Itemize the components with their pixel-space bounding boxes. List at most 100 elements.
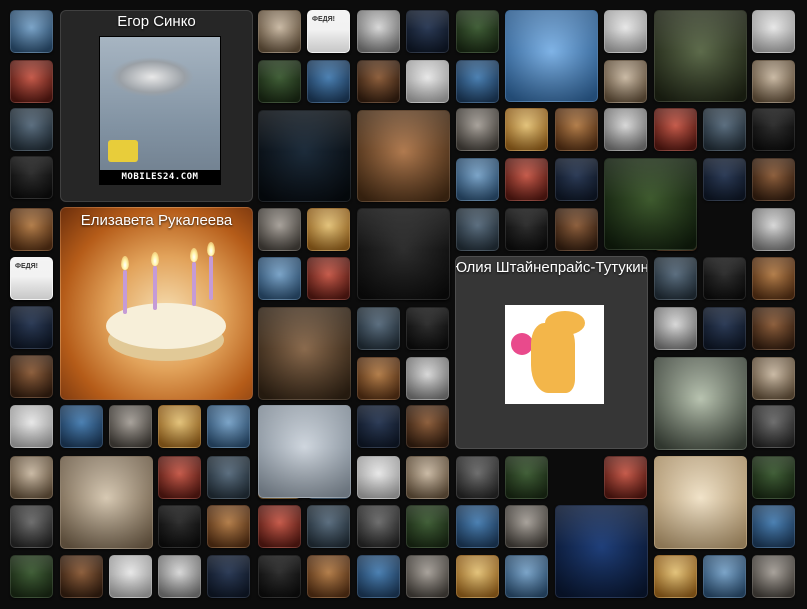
friend-thumbnail[interactable] (406, 60, 449, 103)
friend-thumbnail[interactable] (456, 60, 499, 103)
friend-thumbnail[interactable] (357, 405, 400, 448)
friend-thumbnail[interactable] (456, 108, 499, 151)
friend-thumbnail[interactable] (654, 555, 697, 598)
friend-thumbnail[interactable] (752, 456, 795, 499)
friend-thumbnail[interactable] (357, 60, 400, 103)
friend-thumbnail[interactable] (109, 405, 152, 448)
friend-thumbnail[interactable] (307, 208, 350, 251)
friend-photo[interactable] (357, 208, 450, 300)
friend-photo[interactable] (258, 405, 351, 498)
friend-thumbnail[interactable] (456, 505, 499, 548)
friend-thumbnail[interactable] (207, 505, 250, 548)
friend-photo[interactable] (60, 456, 153, 549)
friend-thumbnail[interactable] (555, 208, 598, 251)
friend-thumbnail[interactable] (505, 555, 548, 598)
friend-thumbnail[interactable] (406, 405, 449, 448)
friend-photo[interactable] (604, 158, 697, 250)
friend-thumbnail[interactable] (654, 257, 697, 300)
friend-thumbnail[interactable] (357, 505, 400, 548)
friend-thumbnail[interactable] (456, 10, 499, 53)
friend-thumbnail[interactable] (604, 108, 647, 151)
friend-thumbnail[interactable] (752, 208, 795, 251)
friend-photo[interactable] (357, 110, 450, 202)
friend-thumbnail[interactable] (752, 257, 795, 300)
friend-thumbnail[interactable] (10, 505, 53, 548)
friend-thumbnail[interactable] (555, 158, 598, 201)
friend-thumbnail[interactable] (109, 555, 152, 598)
friend-photo[interactable] (654, 10, 747, 102)
profile-card-yulia[interactable]: Юлия Штайнепрайс-Тутукина (455, 256, 648, 449)
friend-thumbnail[interactable] (10, 10, 53, 53)
friend-thumbnail[interactable] (158, 405, 201, 448)
friend-thumbnail[interactable] (406, 505, 449, 548)
friend-thumbnail[interactable] (10, 108, 53, 151)
friend-photo[interactable] (555, 505, 648, 598)
friend-photo[interactable] (258, 110, 351, 202)
friend-thumbnail[interactable] (654, 307, 697, 350)
friend-thumbnail[interactable] (752, 405, 795, 448)
fedya-thumbnail[interactable]: ФЕДЯ! (307, 10, 350, 53)
friend-thumbnail[interactable] (456, 555, 499, 598)
friend-thumbnail[interactable] (604, 456, 647, 499)
friend-thumbnail[interactable] (406, 456, 449, 499)
friend-thumbnail[interactable] (406, 357, 449, 400)
fedya-thumbnail[interactable]: ФЕДЯ! (10, 257, 53, 300)
friend-thumbnail[interactable] (752, 60, 795, 103)
friend-thumbnail[interactable] (258, 555, 301, 598)
friend-thumbnail[interactable] (10, 405, 53, 448)
friend-thumbnail[interactable] (10, 456, 53, 499)
friend-thumbnail[interactable] (456, 208, 499, 251)
friend-thumbnail[interactable] (258, 208, 301, 251)
friend-thumbnail[interactable] (703, 257, 746, 300)
friend-thumbnail[interactable] (703, 307, 746, 350)
friend-thumbnail[interactable] (703, 108, 746, 151)
friend-thumbnail[interactable] (406, 10, 449, 53)
friend-thumbnail[interactable] (752, 505, 795, 548)
friend-thumbnail[interactable] (604, 10, 647, 53)
profile-card-elizaveta[interactable]: Елизавета Рукалеева (60, 207, 253, 400)
friend-thumbnail[interactable] (307, 257, 350, 300)
friend-thumbnail[interactable] (307, 505, 350, 548)
friend-thumbnail[interactable] (258, 257, 301, 300)
friend-thumbnail[interactable] (207, 405, 250, 448)
friend-photo[interactable] (654, 456, 747, 549)
friend-thumbnail[interactable] (703, 555, 746, 598)
friend-thumbnail[interactable] (703, 158, 746, 201)
friend-thumbnail[interactable] (10, 208, 53, 251)
friend-thumbnail[interactable] (258, 505, 301, 548)
friend-thumbnail[interactable] (10, 555, 53, 598)
friend-thumbnail[interactable] (505, 208, 548, 251)
friend-thumbnail[interactable] (207, 456, 250, 499)
friend-thumbnail[interactable] (752, 357, 795, 400)
friend-thumbnail[interactable] (307, 60, 350, 103)
friend-thumbnail[interactable] (505, 158, 548, 201)
friend-thumbnail[interactable] (10, 355, 53, 398)
profile-photo[interactable]: MOBILES24.COM (99, 36, 221, 185)
friend-thumbnail[interactable] (456, 158, 499, 201)
friend-thumbnail[interactable] (10, 156, 53, 199)
friend-thumbnail[interactable] (307, 555, 350, 598)
profile-card-egor[interactable]: Егор Синко MOBILES24.COM (60, 10, 253, 202)
friend-thumbnail[interactable] (505, 456, 548, 499)
friend-thumbnail[interactable] (60, 405, 103, 448)
friend-thumbnail[interactable] (158, 505, 201, 548)
friend-thumbnail[interactable] (752, 307, 795, 350)
friend-photo[interactable] (258, 307, 351, 400)
friend-thumbnail[interactable] (357, 456, 400, 499)
friend-thumbnail[interactable] (505, 108, 548, 151)
friend-thumbnail[interactable] (505, 505, 548, 548)
profile-photo[interactable] (505, 305, 604, 404)
friend-thumbnail[interactable] (456, 456, 499, 499)
friend-thumbnail[interactable] (357, 555, 400, 598)
friend-thumbnail[interactable] (357, 10, 400, 53)
friend-thumbnail[interactable] (752, 108, 795, 151)
friend-thumbnail[interactable] (258, 10, 301, 53)
friend-thumbnail[interactable] (406, 555, 449, 598)
friend-thumbnail[interactable] (406, 307, 449, 350)
friend-thumbnail[interactable] (60, 555, 103, 598)
friend-thumbnail[interactable] (10, 306, 53, 349)
friend-thumbnail[interactable] (357, 307, 400, 350)
friend-thumbnail[interactable] (604, 60, 647, 103)
friend-thumbnail[interactable] (207, 555, 250, 598)
friend-thumbnail[interactable] (752, 555, 795, 598)
